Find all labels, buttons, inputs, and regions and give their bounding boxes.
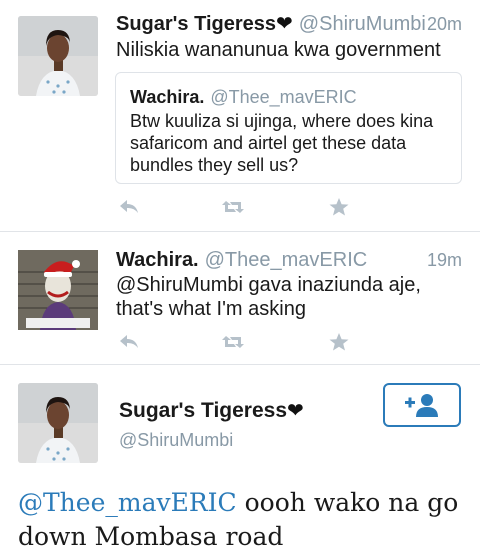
author-handle[interactable]: @Thee_mavERIC <box>205 249 368 271</box>
tweet-timestamp[interactable]: 19m <box>427 248 462 272</box>
heart-emoji-icon: ❤ <box>276 13 293 35</box>
tweet-timestamp[interactable]: 20m <box>427 12 462 36</box>
tweet-1[interactable]: Sugar's Tigeress❤ @ShiruMumbi 20m Niliski… <box>0 0 480 230</box>
tweet-text: Niliskia wananunua kwa government <box>116 39 441 61</box>
detail-author-name[interactable]: Sugar's Tigeress❤ <box>119 398 304 424</box>
tweet-2[interactable]: Wachira. @Thee_mavERIC 19m @ShiruMumbi ga… <box>0 232 480 364</box>
detail-avatar[interactable] <box>18 383 98 463</box>
star-icon <box>329 333 349 351</box>
avatar[interactable] <box>18 250 98 330</box>
detail-author-handle[interactable]: @ShiruMumbi <box>119 429 233 451</box>
quoted-tweet-text: Btw kuuliza si ujinga, where does kina s… <box>130 111 434 175</box>
detail-author-name-text: Sugar's Tigeress <box>119 399 288 422</box>
mention-link[interactable]: @Thee_mavERIC <box>18 488 237 517</box>
retweet-icon <box>222 336 244 348</box>
heart-emoji-icon: ❤ <box>287 400 304 422</box>
retweet-icon <box>222 201 244 213</box>
divider <box>0 364 480 365</box>
author-handle[interactable]: @ShiruMumbi <box>299 13 426 35</box>
quoted-author-handle: @Thee_mavERIC <box>210 87 357 107</box>
follow-button[interactable] <box>383 383 461 427</box>
reply-button[interactable] <box>116 195 142 219</box>
quoted-author-name: Wachira. <box>130 87 205 107</box>
retweet-button[interactable] <box>220 195 246 219</box>
reply-button[interactable] <box>116 330 142 354</box>
favorite-button[interactable] <box>326 330 352 354</box>
detail-tweet-text: @Thee_mavERIC oooh wako na go down Momba… <box>18 486 468 554</box>
author-name[interactable]: Wachira. <box>116 249 199 271</box>
tweet-text: @ShiruMumbi gava inaziunda aje, that's w… <box>116 274 421 320</box>
tweet-actions <box>116 330 356 354</box>
retweet-button[interactable] <box>220 330 246 354</box>
author-name[interactable]: Sugar's Tigeress <box>116 13 276 35</box>
add-user-icon <box>405 394 438 417</box>
reply-icon <box>120 200 138 213</box>
tweet-actions <box>116 195 356 219</box>
avatar[interactable] <box>18 16 98 96</box>
quoted-tweet[interactable]: Wachira. @Thee_mavERIC Btw kuuliza si uji… <box>115 72 462 184</box>
star-icon <box>329 198 349 216</box>
favorite-button[interactable] <box>326 195 352 219</box>
reply-icon <box>120 335 138 348</box>
